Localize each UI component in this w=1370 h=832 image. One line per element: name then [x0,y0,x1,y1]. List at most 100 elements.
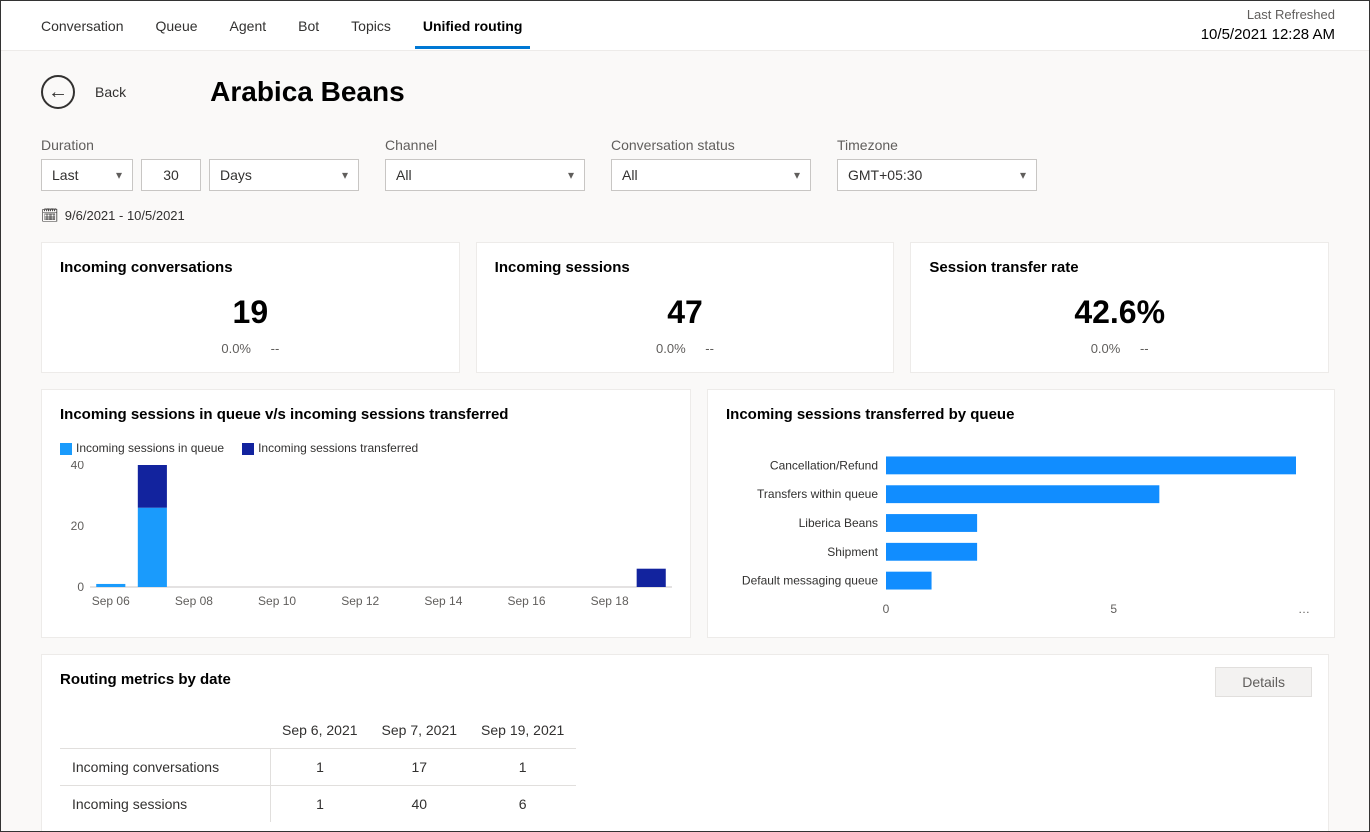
timezone-select[interactable]: GMT+05:30 ▾ [837,159,1037,191]
svg-text:5: 5 [1110,602,1117,616]
svg-text:Sep 10: Sep 10 [258,594,296,608]
filter-bar: Duration Last ▾ 30 Days ▾ 🗓 9/6/2021 - 1… [41,137,1329,224]
tab-agent[interactable]: Agent [214,4,283,48]
legend-swatch-b [242,443,254,455]
cell: 1 [270,786,370,823]
tab-queue[interactable]: Queue [140,4,214,48]
svg-text:Default messaging queue: Default messaging queue [742,574,878,588]
cell: 1 [270,749,370,786]
svg-text:Shipment: Shipment [827,545,878,559]
legend-b-label: Incoming sessions transferred [258,441,418,455]
duration-mode-value: Last [52,167,78,183]
svg-text:0: 0 [883,602,890,616]
kpi-pct: 0.0% [221,341,251,356]
status-label: Conversation status [611,137,811,153]
cell: 1 [469,749,576,786]
table-row: Incoming conversations1171 [60,749,576,786]
kpi-incoming-sessions: Incoming sessions 47 0.0% -- [476,242,895,373]
chart-title: Incoming sessions transferred by queue [726,406,1316,423]
cell: 40 [370,786,470,823]
kpi-session-transfer-rate: Session transfer rate 42.6% 0.0% -- [910,242,1329,373]
calendar-icon: 🗓 [41,207,59,224]
kpi-title: Incoming sessions [495,259,876,276]
duration-mode-select[interactable]: Last ▾ [41,159,133,191]
chart1-svg: 02040Sep 06Sep 08Sep 10Sep 12Sep 14Sep 1… [60,461,672,611]
channel-select[interactable]: All ▾ [385,159,585,191]
chevron-down-icon: ▾ [568,168,574,182]
row-label: Incoming sessions [60,786,270,823]
date-range: 🗓 9/6/2021 - 10/5/2021 [41,207,359,224]
duration-count-value: 30 [163,167,179,183]
metrics-table: Sep 6, 2021 Sep 7, 2021 Sep 19, 2021 Inc… [60,712,576,822]
kpi-pct: 0.0% [1091,341,1121,356]
kpi-title: Session transfer rate [929,259,1310,276]
kpi-trend: -- [1140,341,1149,356]
kpi-sub: 0.0% -- [60,341,441,356]
status-select[interactable]: All ▾ [611,159,811,191]
svg-text:…: … [1298,602,1310,616]
kpi-trend: -- [705,341,714,356]
kpi-trend: -- [271,341,280,356]
chart-sessions-vs-transferred: Incoming sessions in queue v/s incoming … [41,389,691,638]
row-label: Incoming conversations [60,749,270,786]
col-1: Sep 7, 2021 [370,712,470,749]
timezone-label: Timezone [837,137,1037,153]
channel-label: Channel [385,137,585,153]
duration-label: Duration [41,137,359,153]
chevron-down-icon: ▾ [116,168,122,182]
timezone-value: GMT+05:30 [848,167,922,183]
chart-title: Incoming sessions in queue v/s incoming … [60,406,672,423]
details-button[interactable]: Details [1215,667,1312,697]
kpi-value: 47 [495,294,876,331]
svg-text:0: 0 [77,580,84,594]
arrow-left-icon: ← [48,82,68,102]
svg-text:Sep 18: Sep 18 [591,594,629,608]
chevron-down-icon: ▾ [794,168,800,182]
chart-transferred-by-queue: Incoming sessions transferred by queue C… [707,389,1335,638]
table-row: Incoming sessions1406 [60,786,576,823]
svg-text:40: 40 [71,461,85,472]
svg-text:Sep 12: Sep 12 [341,594,379,608]
nav-tabs: Conversation Queue Agent Bot Topics Unif… [1,1,1369,51]
col-2: Sep 19, 2021 [469,712,576,749]
svg-text:20: 20 [71,519,85,533]
kpi-value: 42.6% [929,294,1310,331]
svg-text:Sep 06: Sep 06 [92,594,130,608]
tab-conversation[interactable]: Conversation [25,4,140,48]
legend-a-label: Incoming sessions in queue [76,441,224,455]
table-header-row: Sep 6, 2021 Sep 7, 2021 Sep 19, 2021 [60,712,576,749]
kpi-title: Incoming conversations [60,259,441,276]
svg-text:Transfers within queue: Transfers within queue [757,487,878,501]
chart-row: Incoming sessions in queue v/s incoming … [41,389,1329,638]
kpi-pct: 0.0% [656,341,686,356]
kpi-incoming-conversations: Incoming conversations 19 0.0% -- [41,242,460,373]
svg-text:Sep 16: Sep 16 [507,594,545,608]
page-title: Arabica Beans [210,76,405,108]
col-0: Sep 6, 2021 [270,712,370,749]
kpi-sub: 0.0% -- [929,341,1310,356]
duration-unit-select[interactable]: Days ▾ [209,159,359,191]
back-button[interactable]: ← [41,75,75,109]
last-refreshed: Last Refreshed 10/5/2021 12:28 AM [1201,6,1345,45]
routing-metrics-card: Routing metrics by date Details Sep 6, 2… [41,654,1329,831]
cell: 17 [370,749,470,786]
last-refreshed-ts: 10/5/2021 12:28 AM [1201,24,1335,45]
table-title: Routing metrics by date [60,671,1310,688]
chevron-down-icon: ▾ [342,168,348,182]
duration-unit-value: Days [220,167,252,183]
tab-bot[interactable]: Bot [282,4,335,48]
back-label[interactable]: Back [95,84,126,100]
kpi-value: 19 [60,294,441,331]
tab-topics[interactable]: Topics [335,4,407,48]
channel-value: All [396,167,412,183]
chart-legend: Incoming sessions in queue Incoming sess… [60,441,672,455]
svg-text:Liberica Beans: Liberica Beans [799,516,878,530]
status-value: All [622,167,638,183]
duration-count-input[interactable]: 30 [141,159,201,191]
date-range-text: 9/6/2021 - 10/5/2021 [65,208,185,223]
chart2-svg: Cancellation/Refund Transfers within queu… [726,441,1316,621]
tab-unified-routing[interactable]: Unified routing [407,4,539,48]
cell: 6 [469,786,576,823]
svg-text:Cancellation/Refund: Cancellation/Refund [770,458,878,472]
last-refreshed-label: Last Refreshed [1201,6,1335,24]
